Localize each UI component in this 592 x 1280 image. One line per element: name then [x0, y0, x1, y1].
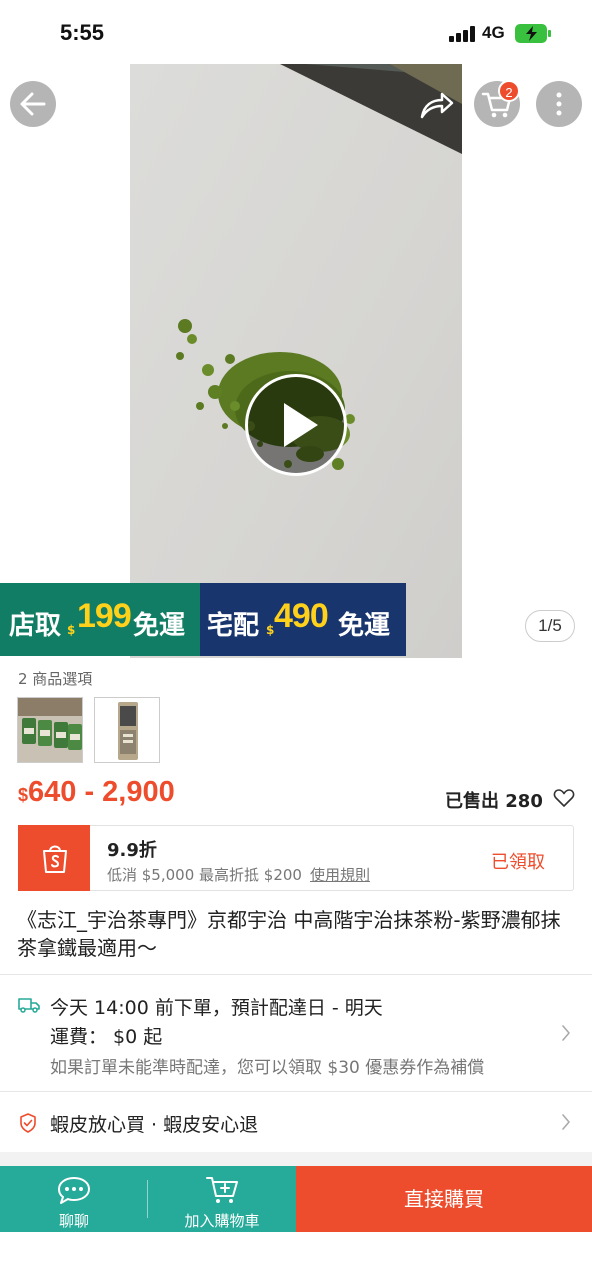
shield-check-icon	[20, 1113, 36, 1133]
chat-label: 聊聊	[58, 1212, 89, 1230]
divider	[0, 1091, 592, 1092]
status-time: 5:55	[60, 20, 105, 45]
shipping-fee: 運費： $0 起	[50, 1026, 163, 1048]
price-range: $640 - 2,900	[18, 776, 175, 809]
promo-pickup-suffix: 免運	[133, 611, 186, 641]
add-to-cart-label: 加入購物車	[184, 1212, 260, 1230]
share-icon	[420, 92, 454, 119]
product-video[interactable]	[130, 64, 462, 658]
sold-count: 已售出 280	[445, 791, 543, 812]
voucher-title: 9.9折	[107, 840, 157, 861]
promo-pickup-label: 店取	[9, 611, 62, 641]
variant-thumbnail-2[interactable]	[94, 697, 160, 763]
network-type: 4G	[482, 23, 505, 42]
image-counter: 1/5	[525, 610, 575, 642]
add-cart-icon	[206, 1177, 238, 1203]
promo-pickup-currency: $	[67, 623, 76, 637]
shopee-bag-icon	[43, 845, 67, 873]
product-media-carousel[interactable]	[0, 64, 592, 658]
buy-now-button[interactable]: 直接購買	[296, 1166, 592, 1232]
shopee-guarantee-row[interactable]: 蝦皮放心買 · 蝦皮安心退	[0, 1093, 592, 1151]
variant-thumbnail-1[interactable]	[17, 697, 83, 763]
voucher-card[interactable]: 9.9折 低消 $5,000 最高折抵 $200 使用規則 已領取	[13, 825, 574, 891]
promo-home-label: 宅配	[207, 611, 260, 641]
voucher-rules-link[interactable]: 使用規則	[310, 866, 370, 884]
truck-icon	[18, 998, 40, 1013]
status-bar: 5:55 4G	[0, 0, 592, 64]
promo-home-suffix: 免運	[338, 611, 391, 641]
variant-image	[18, 698, 82, 762]
signal-icon	[449, 26, 477, 42]
more-vertical-icon	[556, 92, 562, 116]
play-video-button[interactable]	[245, 374, 347, 476]
promo-home-amount: 490	[274, 597, 329, 635]
chevron-right-icon	[562, 1025, 570, 1041]
battery-charging-icon	[515, 24, 551, 43]
delivery-estimate: 今天 14:00 前下單，預計配達日 - 明天	[50, 997, 383, 1019]
voucher-description: 低消 $5,000 最高折抵 $200 使用規則	[107, 864, 370, 885]
price-currency: $	[18, 785, 29, 805]
back-arrow-icon	[20, 92, 46, 116]
price-value: 640 - 2,900	[28, 776, 175, 808]
chat-button[interactable]: 聊聊	[0, 1166, 148, 1232]
shipping-info-row[interactable]: 今天 14:00 前下單，預計配達日 - 明天 運費： $0 起 如果訂單未能準…	[0, 976, 592, 1091]
product-title: 《志江_宇治茶專門》京都宇治 中高階宇治抹茶粉-紫野濃郁抹茶拿鐵最適用～	[17, 908, 561, 960]
voucher-condition: 低消 $5,000 最高折抵 $200	[107, 866, 302, 884]
share-button[interactable]	[414, 83, 458, 127]
free-shipping-home-banner: 宅配 $ 490 免運	[200, 583, 406, 656]
divider	[0, 974, 592, 975]
section-gap	[0, 1152, 592, 1166]
bottom-action-bar: 聊聊 加入購物車 直接購買	[0, 1166, 592, 1232]
chevron-right-icon	[562, 1114, 570, 1130]
add-to-cart-button[interactable]: 加入購物車	[148, 1166, 296, 1232]
cart-count-badge: 2	[498, 80, 520, 102]
play-icon	[284, 403, 318, 447]
guarantee-text: 蝦皮放心買 · 蝦皮安心退	[50, 1114, 259, 1136]
more-options-button[interactable]	[536, 81, 582, 127]
promo-pickup-amount: 199	[77, 597, 132, 635]
free-shipping-pickup-banner: 店取 $ 199 免運	[0, 583, 200, 656]
variants-label: 2 商品選項	[18, 670, 93, 688]
heart-icon[interactable]	[553, 788, 575, 808]
voucher-claimed-status: 已領取	[491, 852, 545, 873]
on-time-guarantee-note: 如果訂單未能準時配達，您可以領取 $30 優惠券作為補償	[50, 1058, 485, 1078]
chat-bubble-icon	[58, 1177, 90, 1204]
voucher-stub	[13, 825, 90, 891]
variant-image	[95, 698, 159, 762]
back-button[interactable]	[10, 81, 56, 127]
